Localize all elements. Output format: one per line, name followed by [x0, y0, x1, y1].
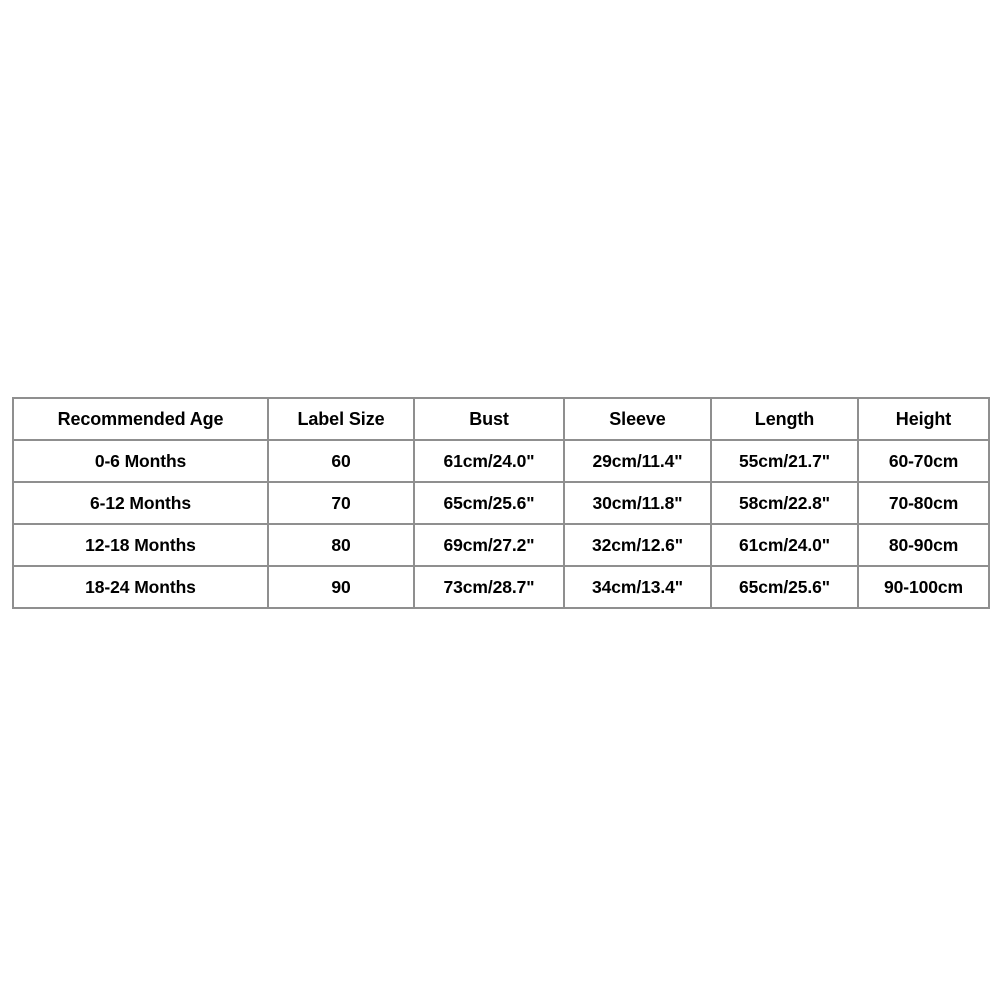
- column-header-recommended-age: Recommended Age: [12, 397, 269, 441]
- cell-height: 90-100cm: [857, 565, 990, 609]
- page-canvas: Recommended Age Label Size Bust Sleeve L…: [0, 0, 1000, 1000]
- cell-recommended-age: 0-6 Months: [12, 439, 269, 483]
- cell-bust: 61cm/24.0": [413, 439, 565, 483]
- cell-bust: 69cm/27.2": [413, 523, 565, 567]
- cell-sleeve: 29cm/11.4": [563, 439, 712, 483]
- table-row: 6-12 Months 70 65cm/25.6" 30cm/11.8" 58c…: [12, 481, 990, 525]
- cell-sleeve: 32cm/12.6": [563, 523, 712, 567]
- cell-height: 60-70cm: [857, 439, 990, 483]
- size-chart-table: Recommended Age Label Size Bust Sleeve L…: [12, 397, 990, 609]
- table-header: Recommended Age Label Size Bust Sleeve L…: [12, 397, 990, 441]
- column-header-bust: Bust: [413, 397, 565, 441]
- cell-bust: 73cm/28.7": [413, 565, 565, 609]
- cell-recommended-age: 6-12 Months: [12, 481, 269, 525]
- column-header-label-size: Label Size: [267, 397, 415, 441]
- cell-height: 70-80cm: [857, 481, 990, 525]
- column-header-height: Height: [857, 397, 990, 441]
- cell-label-size: 70: [267, 481, 415, 525]
- cell-recommended-age: 12-18 Months: [12, 523, 269, 567]
- cell-length: 58cm/22.8": [710, 481, 859, 525]
- cell-length: 55cm/21.7": [710, 439, 859, 483]
- table-row: 0-6 Months 60 61cm/24.0" 29cm/11.4" 55cm…: [12, 439, 990, 483]
- cell-length: 65cm/25.6": [710, 565, 859, 609]
- table-row: 12-18 Months 80 69cm/27.2" 32cm/12.6" 61…: [12, 523, 990, 567]
- column-header-sleeve: Sleeve: [563, 397, 712, 441]
- cell-label-size: 60: [267, 439, 415, 483]
- table-header-row: Recommended Age Label Size Bust Sleeve L…: [12, 397, 990, 441]
- cell-length: 61cm/24.0": [710, 523, 859, 567]
- table-row: 18-24 Months 90 73cm/28.7" 34cm/13.4" 65…: [12, 565, 990, 609]
- table-body: 0-6 Months 60 61cm/24.0" 29cm/11.4" 55cm…: [12, 439, 990, 609]
- cell-sleeve: 34cm/13.4": [563, 565, 712, 609]
- cell-label-size: 90: [267, 565, 415, 609]
- cell-height: 80-90cm: [857, 523, 990, 567]
- cell-bust: 65cm/25.6": [413, 481, 565, 525]
- column-header-length: Length: [710, 397, 859, 441]
- cell-recommended-age: 18-24 Months: [12, 565, 269, 609]
- cell-sleeve: 30cm/11.8": [563, 481, 712, 525]
- size-chart-container: Recommended Age Label Size Bust Sleeve L…: [12, 397, 990, 609]
- cell-label-size: 80: [267, 523, 415, 567]
